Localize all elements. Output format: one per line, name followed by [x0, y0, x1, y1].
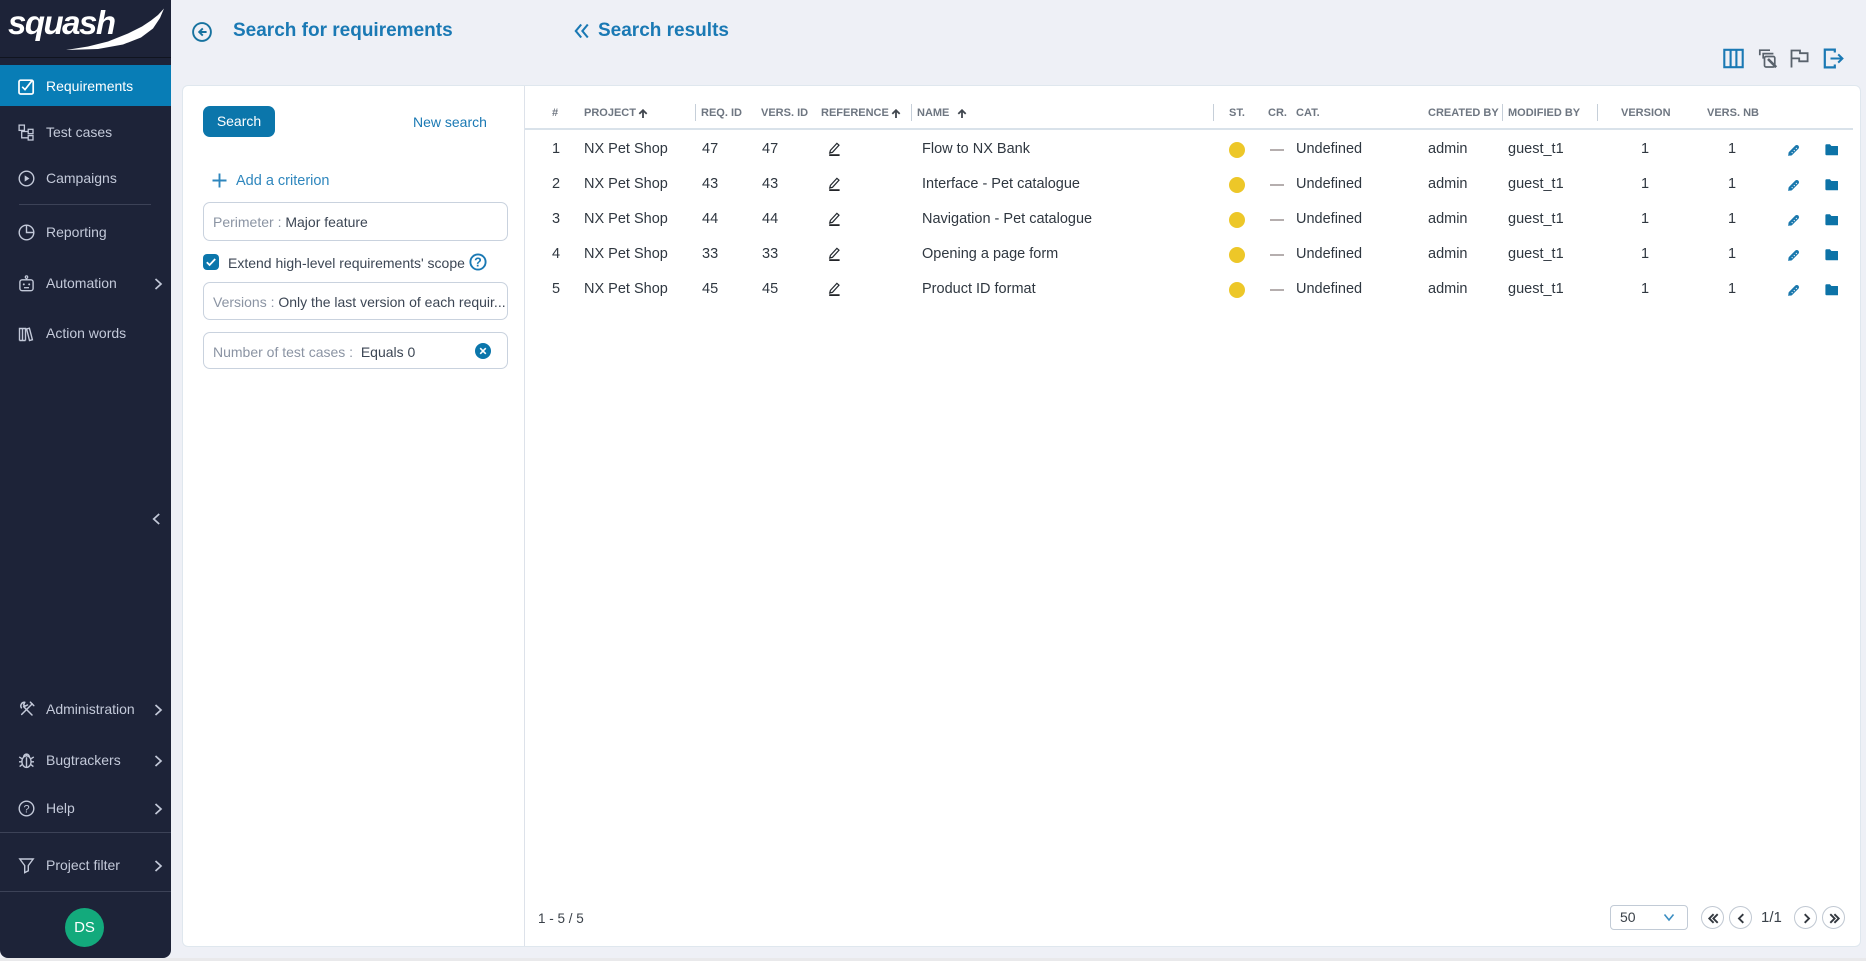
- svg-text:squash: squash: [8, 4, 115, 41]
- svg-text:?: ?: [23, 803, 29, 815]
